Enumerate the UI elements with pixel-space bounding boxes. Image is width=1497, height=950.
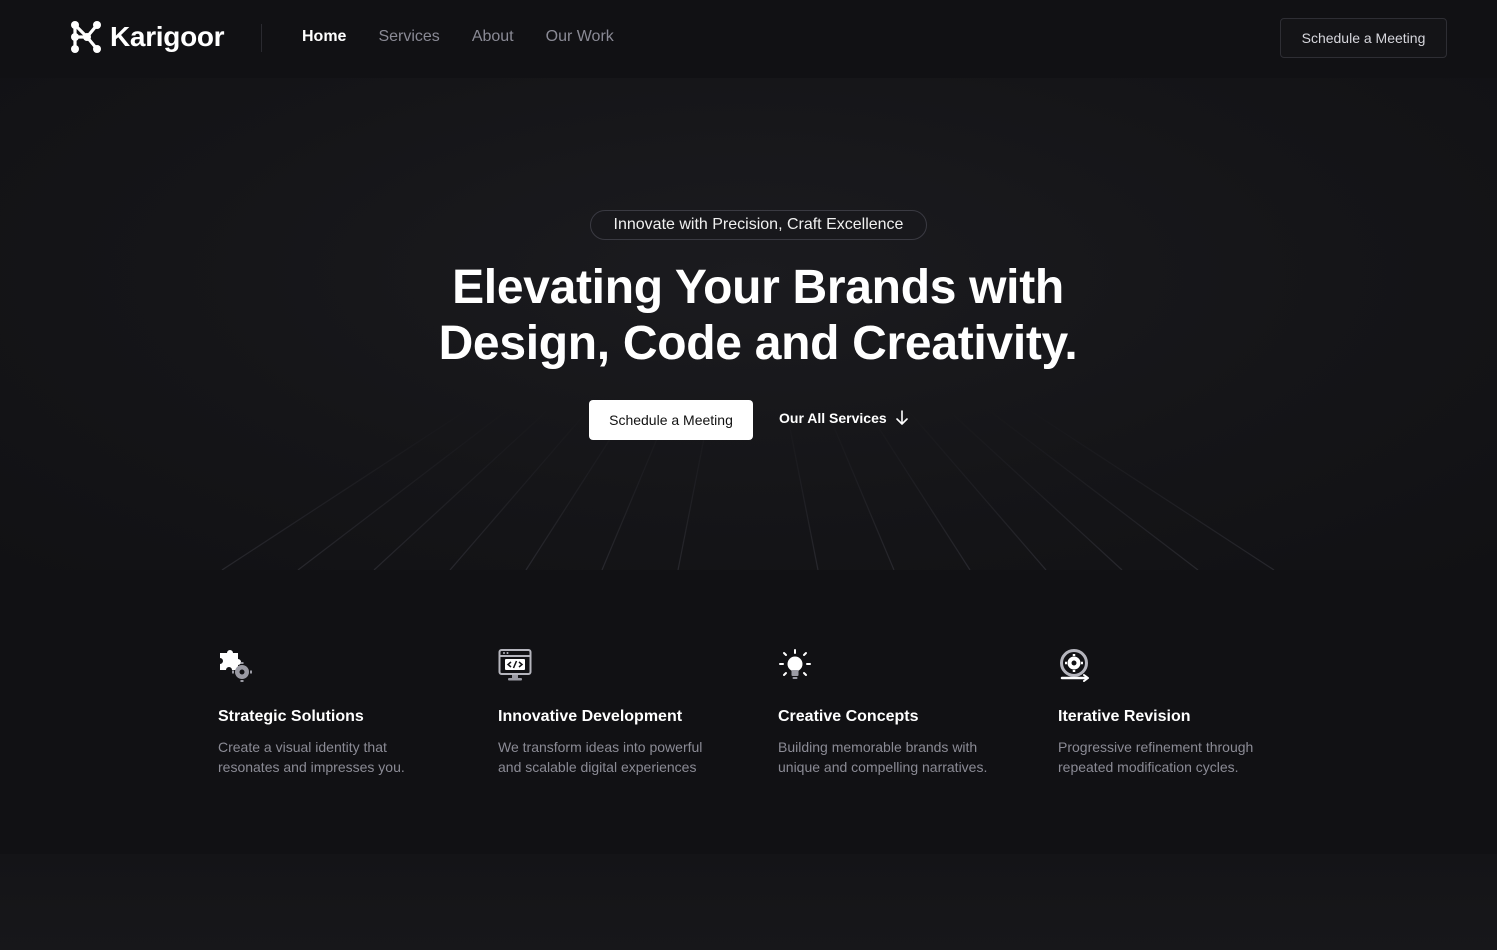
hero-tagline-badge: Innovate with Precision, Craft Excellenc… [590, 210, 927, 240]
feature-title: Innovative Development [498, 708, 683, 725]
hero-schedule-meeting-button[interactable]: Schedule a Meeting [589, 400, 753, 440]
revision-cycle-icon [1060, 649, 1089, 682]
feature-title: Iterative Revision [1058, 708, 1191, 725]
feature-item-creative-concepts: Creative Concepts Building memorable bra… [778, 648, 1058, 777]
feature-description: Progressive refinement through repeated … [1058, 739, 1254, 775]
nav-link-about[interactable]: About [472, 28, 514, 46]
feature-item-strategic-solutions: Strategic Solutions Create a visual iden… [218, 648, 498, 777]
hero-title-line-1: Elevating Your Brands with [452, 261, 1064, 314]
nav-link-services[interactable]: Services [378, 28, 439, 46]
puzzle-gear-icon [220, 650, 252, 682]
hero-title: Elevating Your Brands with Design, Code … [348, 260, 1168, 372]
page: Karigoor Home Services About Our Work Sc… [0, 0, 1497, 950]
next-section-edge [0, 854, 1497, 950]
brand-name: Karigoor [110, 21, 225, 52]
feature-description: We transform ideas into powerful and sca… [498, 739, 703, 775]
feature-description: Building memorable brands with unique an… [778, 739, 988, 775]
top-navbar: Karigoor Home Services About Our Work Sc… [0, 0, 1497, 78]
nav-link-home[interactable]: Home [302, 28, 346, 46]
hero-title-line-2: Design, Code and Creativity. [438, 317, 1078, 370]
lightbulb-icon [779, 649, 811, 679]
karigoor-logo-icon [71, 21, 101, 53]
arrow-down-icon [895, 410, 908, 425]
nav-schedule-meeting-button[interactable]: Schedule a Meeting [1280, 18, 1447, 58]
nav-link-our-work[interactable]: Our Work [546, 28, 614, 46]
our-all-services-label: Our All Services [779, 410, 887, 426]
features-row: Strategic Solutions Create a visual iden… [218, 648, 1338, 777]
code-window-icon [498, 649, 532, 681]
hero-section: Innovate with Precision, Craft Excellenc… [0, 78, 1497, 570]
feature-title: Strategic Solutions [218, 708, 364, 725]
feature-title: Creative Concepts [778, 708, 919, 725]
nav-divider [261, 24, 262, 52]
our-all-services-link[interactable]: Our All Services [779, 410, 909, 426]
feature-description: Create a visual identity that resonates … [218, 739, 405, 775]
nav-links: Home Services About Our Work [302, 28, 614, 46]
feature-item-iterative-revision: Iterative Revision Progressive refinemen… [1058, 648, 1338, 777]
feature-item-innovative-development: Innovative Development We transform idea… [498, 648, 778, 777]
brand-logo[interactable]: Karigoor [70, 20, 225, 54]
